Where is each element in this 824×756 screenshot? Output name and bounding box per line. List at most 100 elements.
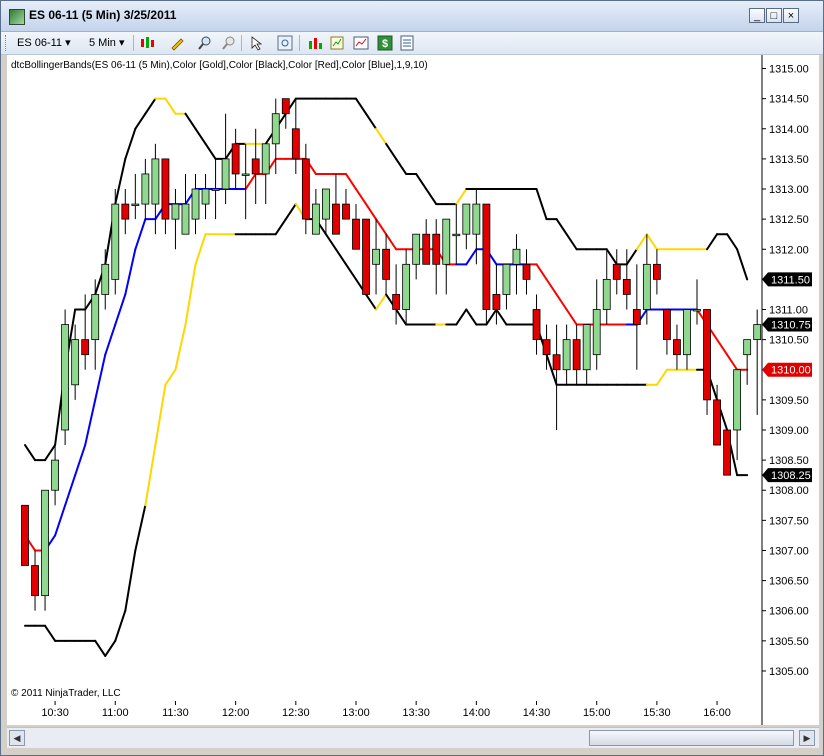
candle-body-down (612, 263, 621, 280)
middle-band-segment (344, 172, 357, 191)
magnify-icon[interactable] (277, 35, 293, 51)
upper-band-segment (194, 127, 207, 145)
middle-band-segment (385, 233, 398, 251)
price-tick-label: 1308.50 (769, 455, 809, 467)
candle-body-down (281, 98, 290, 115)
lower-band-segment (344, 263, 357, 281)
lower-band-segment (655, 368, 668, 386)
maximize-button[interactable]: □ (766, 8, 782, 23)
lower-band-segment (274, 218, 287, 236)
candle-body-down (482, 203, 491, 310)
chart-toolbar: ES 06-11 ▾ 5 Min ▾ $ (1, 32, 823, 55)
upper-band-segment (24, 444, 37, 462)
instrument-selector[interactable]: ES 06-11 ▾ (17, 35, 71, 51)
chart-trader-icon[interactable] (353, 35, 369, 51)
candle-body-up (602, 278, 611, 310)
time-axis-svg: 10:30 11:00 11:30 12:00 12:30 13:00 13:30 14:00… (41, 701, 763, 725)
lower-band-segment (334, 248, 347, 266)
middle-band-segment (64, 474, 77, 507)
upper-band-segment (726, 233, 739, 251)
middle-band-segment (375, 218, 388, 236)
middle-band-segment (354, 188, 368, 206)
instrument-label: ES 06-11 (17, 37, 63, 49)
candle-body-up (321, 188, 330, 220)
time-tick-label: 15:30 (643, 707, 671, 719)
price-tick-label: 1305.50 (769, 636, 809, 648)
upper-band-segment (645, 233, 658, 251)
middle-band-segment (244, 172, 257, 191)
price-tick-label: 1307.00 (769, 545, 809, 557)
upper-band-segment (144, 97, 157, 115)
candle-body-down (542, 339, 551, 356)
candle-body-up (452, 233, 461, 237)
candle-body-up (472, 203, 481, 235)
middle-band-segment (555, 293, 568, 311)
chart-window: ES 06-11 (5 Min) 3/25/2011 _ □ × ES 06-1… (0, 0, 824, 756)
indicators-icon[interactable] (307, 35, 323, 51)
upper-band-segment (114, 157, 127, 206)
lower-band-segment (455, 308, 468, 326)
candle-body-up (592, 309, 601, 356)
upper-band-segment (555, 218, 568, 236)
cursor-icon[interactable] (249, 35, 265, 51)
minimize-button[interactable]: _ (749, 8, 765, 23)
upper-band-segment (605, 248, 618, 266)
candle-body-up (512, 248, 521, 265)
middle-band-segment (134, 218, 147, 251)
candle-body-down (703, 309, 711, 401)
candle-body-down (352, 218, 360, 250)
candle-body-up (402, 263, 411, 310)
upper-band-segment (415, 172, 428, 191)
candle-body-down (301, 158, 310, 220)
dollar-icon[interactable]: $ (377, 35, 393, 51)
candle-body-up (683, 309, 691, 356)
middle-band-segment (104, 323, 117, 356)
upper-band-segment (385, 142, 398, 160)
candle-body-up (141, 173, 150, 205)
zoom-out-icon[interactable] (221, 35, 237, 51)
horizontal-scrollbar[interactable]: ◀ ▶ (7, 727, 819, 748)
close-button[interactable]: × (783, 8, 799, 23)
price-chart[interactable]: dtcBollingerBands(ES 06-11 (5 Min),Color… (7, 55, 819, 701)
bar-style-icon[interactable] (139, 35, 155, 51)
middle-band-segment (726, 353, 739, 371)
lower-band-segment (375, 293, 388, 311)
price-tick-label: 1307.50 (769, 515, 809, 527)
candle-body-up (61, 324, 70, 431)
candle-body-down (723, 429, 731, 476)
upper-band-segment (354, 97, 368, 115)
lower-band-segment (44, 624, 57, 642)
candle-body-down (161, 158, 170, 220)
middle-band-segment (465, 248, 478, 266)
title-bar[interactable]: ES 06-11 (5 Min) 3/25/2011 _ □ × (1, 1, 823, 32)
candle-body-down (713, 399, 721, 446)
scroll-thumb[interactable] (589, 730, 794, 746)
scroll-right-button[interactable]: ▶ (799, 730, 815, 746)
candle-body-down (121, 203, 130, 220)
candle-body-up (442, 218, 451, 265)
scroll-left-button[interactable]: ◀ (9, 730, 25, 746)
zoom-in-icon[interactable] (197, 35, 213, 51)
lower-band-segment (104, 639, 117, 657)
strategies-icon[interactable] (329, 35, 345, 51)
candle-body-up (111, 203, 120, 280)
chart-panel[interactable]: dtcBollingerBands(ES 06-11 (5 Min),Color… (7, 55, 819, 701)
interval-selector[interactable]: 5 Min ▾ (89, 35, 124, 51)
upper-band-segment (425, 188, 438, 206)
properties-icon[interactable] (399, 35, 415, 51)
time-tick-label: 15:00 (583, 707, 611, 719)
price-marker-label: 1311.50 (771, 274, 810, 286)
candle-body-down (432, 233, 441, 265)
candle-body-up (41, 489, 49, 597)
price-tick-label: 1313.50 (769, 154, 809, 166)
candle-body-up (271, 113, 280, 145)
candle-body-down (332, 203, 340, 235)
time-tick-label: 13:30 (402, 707, 430, 719)
price-marker-label: 1308.25 (771, 470, 811, 482)
candle-body-up (221, 158, 230, 190)
draw-pencil-icon[interactable] (169, 35, 185, 51)
upper-band-segment (184, 112, 197, 130)
price-tick-label: 1308.00 (769, 485, 809, 497)
candle-body-up (131, 203, 140, 206)
time-tick-label: 12:30 (282, 707, 310, 719)
